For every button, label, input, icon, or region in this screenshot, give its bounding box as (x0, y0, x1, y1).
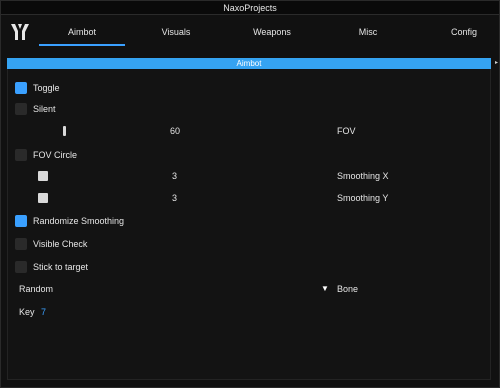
active-tab-indicator (39, 44, 125, 46)
toggle-option[interactable]: Toggle (15, 81, 60, 95)
smoothing-x-slider[interactable]: 3 Smoothing X (19, 171, 489, 183)
tab-config[interactable]: Config (441, 27, 487, 37)
randomize-smoothing-label: Randomize Smoothing (33, 216, 125, 226)
smoothing-x-value: 3 (172, 171, 178, 181)
fov-slider-value: 60 (170, 126, 181, 136)
smoothing-y-label: Smoothing Y (337, 193, 389, 203)
randomize-smoothing-checkbox[interactable] (15, 215, 27, 227)
tab-misc[interactable]: Misc (345, 27, 391, 37)
fov-slider[interactable]: 60 FOV (19, 126, 489, 138)
toggle-checkbox[interactable] (15, 82, 27, 94)
fov-slider-handle[interactable] (63, 126, 66, 136)
stick-to-target-label: Stick to target (33, 262, 89, 272)
fov-circle-checkbox[interactable] (15, 149, 27, 161)
dropdown-arrow-icon[interactable]: ▼ (321, 285, 329, 293)
smoothing-x-label: Smoothing X (337, 171, 389, 181)
silent-option[interactable]: Silent (15, 102, 56, 116)
bone-combo-value[interactable]: Random (19, 284, 53, 294)
section-header: Aimbot (7, 58, 491, 69)
smoothing-y-handle[interactable] (38, 193, 48, 203)
fov-circle-option[interactable]: FOV Circle (15, 148, 77, 162)
stick-to-target-checkbox[interactable] (15, 261, 27, 273)
naxo-logo-icon (11, 24, 29, 40)
smoothing-x-handle[interactable] (38, 171, 48, 181)
silent-label: Silent (33, 104, 56, 114)
smoothing-y-value: 3 (172, 193, 178, 203)
fov-circle-label: FOV Circle (33, 150, 78, 160)
tab-weapons[interactable]: Weapons (249, 27, 295, 37)
smoothing-y-slider[interactable]: 3 Smoothing Y (19, 193, 489, 205)
key-bind-row[interactable]: Key 7 (19, 307, 46, 317)
toggle-label: Toggle (33, 83, 60, 93)
tab-bar: Aimbot Visuals Weapons Misc Config (1, 15, 499, 51)
stick-to-target-option[interactable]: Stick to target (15, 260, 88, 274)
randomize-smoothing-option[interactable]: Randomize Smoothing (15, 214, 124, 228)
bone-combo-label: Bone (337, 284, 359, 294)
key-label: Key (19, 307, 35, 317)
window-title: NaxoProjects (223, 3, 277, 13)
silent-checkbox[interactable] (15, 103, 27, 115)
visible-check-option[interactable]: Visible Check (15, 237, 87, 251)
tab-aimbot[interactable]: Aimbot (59, 27, 105, 37)
app-window: NaxoProjects Aimbot Visuals Weapons Misc… (0, 0, 500, 388)
visible-check-label: Visible Check (33, 239, 88, 249)
tab-visuals[interactable]: Visuals (153, 27, 199, 37)
visible-check-checkbox[interactable] (15, 238, 27, 250)
fov-slider-label: FOV (337, 126, 356, 136)
title-bar: NaxoProjects (1, 1, 499, 15)
key-value[interactable]: 7 (41, 307, 46, 317)
scroll-arrow-icon[interactable]: ▸ (495, 59, 500, 67)
